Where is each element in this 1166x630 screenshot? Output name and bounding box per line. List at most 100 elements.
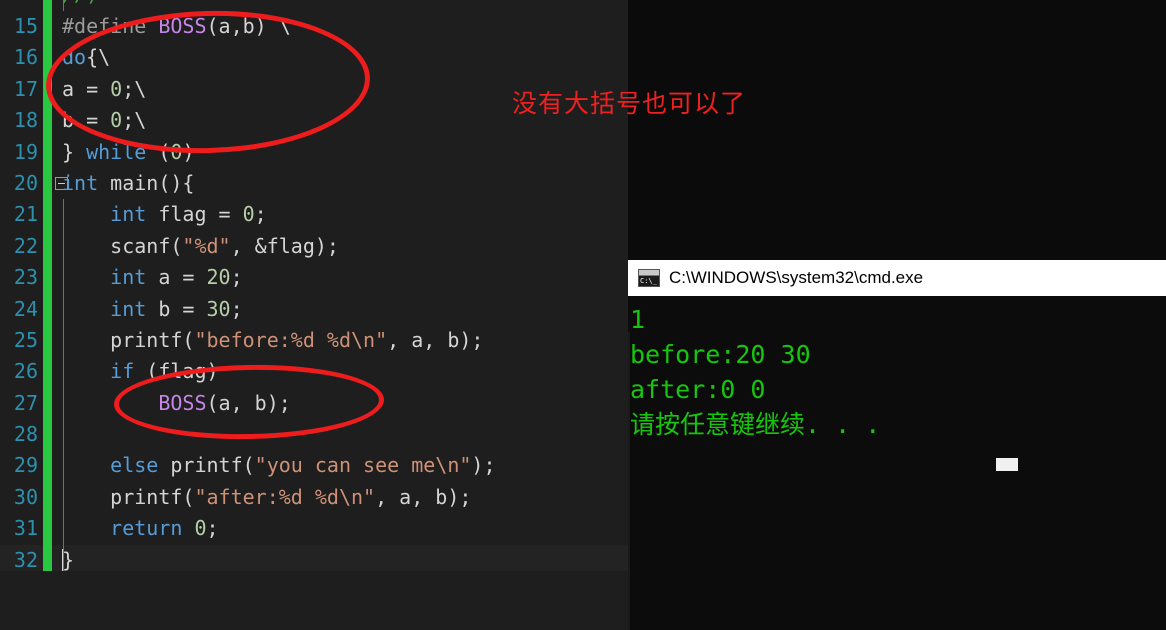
console-inner-edge [628, 332, 630, 630]
change-indicator-bar [43, 230, 52, 263]
line-number: 17 [13, 76, 38, 101]
code-token: main(){ [98, 170, 195, 195]
code-token: 30 [206, 296, 231, 321]
code-token: b = [62, 108, 111, 133]
line-number: 28 [13, 422, 38, 447]
code-token: printf( [62, 327, 195, 352]
code-token: ; [230, 265, 243, 290]
code-token: do [62, 45, 87, 70]
change-indicator-bar [43, 73, 52, 106]
code-line[interactable]: 26 if (flag) [0, 356, 628, 388]
partial-comment-text: //) [62, 0, 98, 10]
code-token: return [110, 516, 183, 541]
code-token: 0 [242, 202, 255, 227]
console-cursor [996, 458, 1018, 471]
change-indicator-bar [43, 42, 52, 74]
code-token: BOSS [158, 14, 207, 38]
code-line-text: do{\ [62, 42, 110, 73]
cmd-icon: C:\_ [638, 269, 660, 287]
code-line-text: b = 0;\ [62, 105, 146, 136]
indent-guide [63, 419, 64, 451]
change-indicator-bar [43, 513, 52, 545]
code-token: (a,b) \ [206, 14, 291, 38]
code-line[interactable]: 30 printf("after:%d %d\n", a, b); [0, 481, 628, 514]
code-token: b = [146, 296, 207, 321]
code-token: (flag) [134, 359, 219, 384]
code-token: int [110, 265, 147, 290]
code-line[interactable]: 31 return 0; [0, 513, 628, 545]
line-number: 25 [13, 327, 38, 352]
change-indicator-bar [43, 136, 52, 168]
code-line[interactable]: 27 BOSS(a, b); [0, 387, 628, 420]
console-output-line: before:20 30 [630, 340, 811, 369]
change-indicator-bar [43, 199, 52, 231]
code-line[interactable]: 16 do{\ [0, 42, 628, 74]
code-line-text: int flag = 0; [62, 199, 267, 230]
code-line-text: } while (0) [62, 137, 195, 168]
change-indicator-bar [43, 356, 52, 388]
line-number: 20 [13, 170, 38, 195]
code-token: a = [62, 76, 111, 101]
code-line-text: return 0; [62, 513, 219, 544]
code-line[interactable]: 19} while (0) [0, 136, 628, 168]
code-token: int [62, 170, 99, 195]
line-number: 22 [13, 233, 38, 258]
line-number: 16 [13, 45, 38, 70]
console-output-area[interactable]: 1 before:20 30 after:0 0 请按任意键继续. . . [628, 296, 1166, 630]
code-token: , a, b); [375, 484, 472, 509]
code-line-partial: //) [0, 0, 628, 11]
code-token: a = [146, 265, 207, 290]
cmd-console-window[interactable]: C:\_ C:\WINDOWS\system32\cmd.exe 1 before… [628, 260, 1166, 630]
code-line[interactable]: 28 [0, 419, 628, 451]
code-line-text: else printf("you can see me\n"); [62, 450, 495, 481]
code-token: (a, b); [206, 390, 291, 415]
code-token: ; [230, 296, 243, 321]
change-indicator-bar [43, 11, 52, 43]
code-line-text: a = 0;\ [62, 74, 146, 105]
change-indicator-bar [43, 262, 52, 294]
code-line[interactable]: 29 else printf("you can see me\n"); [0, 450, 628, 482]
code-token: , a, b); [387, 327, 484, 352]
code-line[interactable]: 21 int flag = 0; [0, 199, 628, 231]
annotation-note-text: 没有大括号也可以了 [512, 89, 747, 118]
code-token: printf( [62, 484, 195, 509]
code-token: #define [62, 14, 159, 38]
console-titlebar[interactable]: C:\_ C:\WINDOWS\system32\cmd.exe [628, 260, 1166, 296]
console-output-line: 请按任意键继续. . . [630, 410, 881, 439]
line-number: 32 [13, 547, 38, 571]
code-line-text: if (flag) [62, 356, 219, 387]
code-line[interactable]: 25 printf("before:%d %d\n", a, b); [0, 324, 628, 357]
code-token: "%d" [182, 233, 231, 258]
code-line[interactable]: 20 int main(){ [0, 167, 628, 200]
code-token: BOSS [158, 390, 207, 415]
code-line[interactable]: 23 int a = 20; [0, 262, 628, 294]
console-title-label: C:\WINDOWS\system32\cmd.exe [669, 268, 924, 287]
code-line[interactable]: 22 scanf("%d", &flag); [0, 230, 628, 263]
code-line-text: } [62, 545, 74, 571]
code-line[interactable]: 24 int b = 30; [0, 293, 628, 325]
change-indicator-bar [43, 293, 52, 325]
console-lines-container: 1 before:20 30 after:0 0 请按任意键继续. . . [630, 302, 1166, 442]
code-line[interactable]: 15 #define BOSS(a,b) \ [0, 11, 628, 43]
code-token: flag = [146, 202, 243, 227]
code-line[interactable]: 32} [0, 544, 628, 571]
line-number: 24 [13, 296, 38, 321]
code-token: ; [254, 202, 267, 227]
code-token: ; [206, 516, 219, 541]
line-number: 26 [13, 359, 38, 384]
code-token: ) [182, 139, 195, 164]
line-number: 29 [13, 453, 38, 478]
change-indicator-bar [43, 544, 52, 571]
screenshot-root: //) 15#define BOSS(a,b) \16 do{\ 17 a = 0;\… [0, 0, 1166, 630]
code-line-text: printf("before:%d %d\n", a, b); [62, 325, 483, 356]
code-token: while [86, 139, 147, 164]
code-line-text: printf("after:%d %d\n", a, b); [62, 482, 471, 513]
change-indicator-bar [43, 0, 52, 11]
change-indicator-bar [43, 105, 52, 137]
